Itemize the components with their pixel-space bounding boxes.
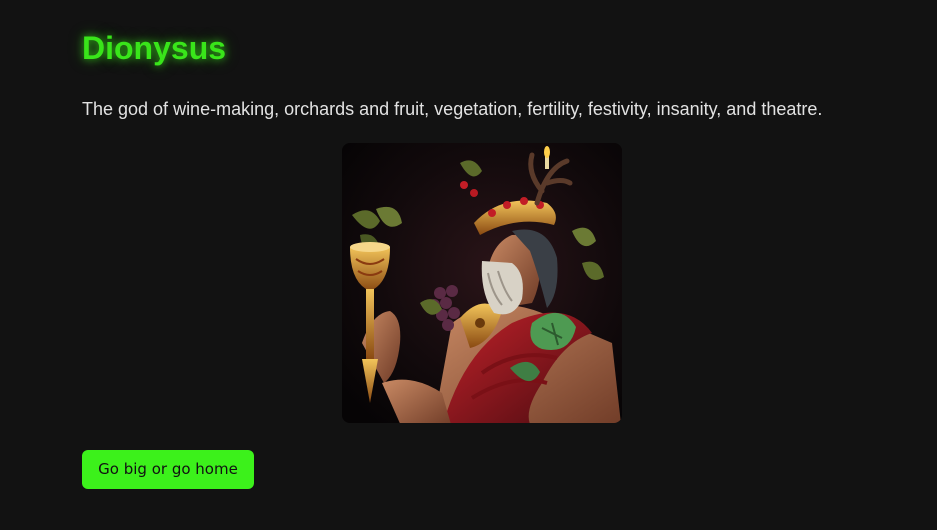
go-big-button[interactable]: Go big or go home [82, 450, 254, 489]
dionysus-image [342, 143, 622, 423]
page-title: Dionysus [82, 30, 227, 66]
page: Dionysus The god of wine-making, orchard… [0, 0, 937, 530]
page-description: The god of wine-making, orchards and fru… [82, 99, 823, 119]
